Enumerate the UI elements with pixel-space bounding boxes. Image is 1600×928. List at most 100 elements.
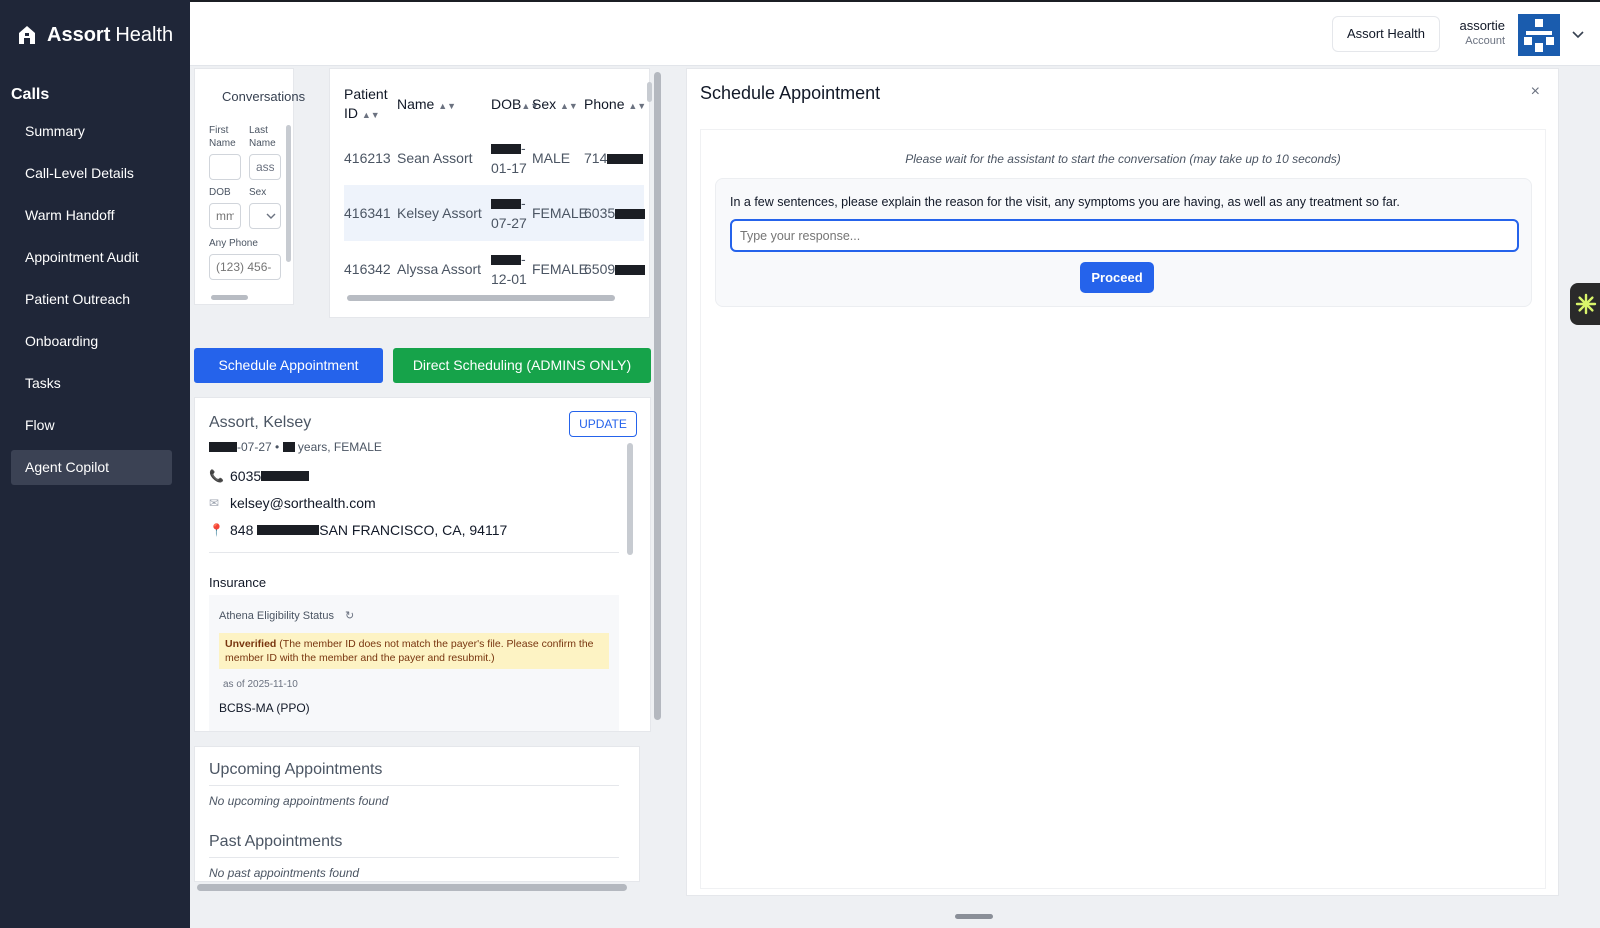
- filters-title: Conversations: [222, 89, 306, 104]
- filters-horizontal-scrollbar[interactable]: [211, 295, 248, 300]
- sidebar-item-tasks[interactable]: Tasks: [11, 366, 172, 401]
- past-empty-message: No past appointments found: [209, 866, 360, 880]
- proceed-button[interactable]: Proceed: [1080, 262, 1154, 293]
- direct-scheduling-button[interactable]: Direct Scheduling (ADMINS ONLY): [393, 348, 651, 383]
- chevron-down-icon[interactable]: [1570, 26, 1586, 42]
- organization-button[interactable]: Assort Health: [1331, 16, 1440, 52]
- patient-age-sex: years, FEMALE: [297, 440, 382, 454]
- redaction-bar: [261, 471, 310, 481]
- sidebar-item-call-level-details[interactable]: Call-Level Details: [11, 156, 172, 191]
- table-row[interactable]: 416342 Alyssa Assort -12-01 FEMALE 6509: [344, 241, 646, 297]
- response-input[interactable]: [730, 219, 1519, 252]
- phone-icon: 📞: [209, 469, 224, 483]
- account-info[interactable]: assortie Account: [1459, 18, 1505, 47]
- cell-dob: -01-17: [491, 140, 527, 176]
- sex-select[interactable]: [249, 203, 281, 229]
- update-button[interactable]: UPDATE: [569, 411, 637, 437]
- table-horizontal-scrollbar[interactable]: [347, 295, 615, 301]
- sparkle-icon: [1575, 293, 1597, 315]
- left-pane-scrollbar[interactable]: [654, 72, 661, 720]
- sidebar: Assort Health Calls Summary Call-Level D…: [0, 0, 190, 928]
- close-icon[interactable]: ×: [1531, 83, 1540, 101]
- column-header-label: Sex: [532, 96, 557, 112]
- card-scrollbar[interactable]: [627, 443, 633, 555]
- sidebar-item-flow[interactable]: Flow: [11, 408, 172, 443]
- cell-patient-id: 416342: [344, 261, 391, 277]
- insurance-plan: BCBS-MA (PPO): [219, 701, 310, 715]
- eligibility-warning: Unverified (The member ID does not match…: [219, 633, 609, 669]
- wait-message: Please wait for the assistant to start t…: [905, 152, 1341, 166]
- cell-sex: FEMALE: [532, 205, 589, 221]
- resize-handle[interactable]: [955, 914, 993, 919]
- upcoming-appointments-title: Upcoming Appointments: [209, 761, 383, 778]
- eligibility-note: (The member ID does not match the payer'…: [225, 638, 594, 664]
- sidebar-item-patient-outreach[interactable]: Patient Outreach: [11, 282, 172, 317]
- first-name-field[interactable]: [209, 154, 241, 180]
- redaction-bar: [257, 525, 320, 535]
- past-appointments-title: Past Appointments: [209, 833, 343, 850]
- avatar[interactable]: [1518, 14, 1560, 56]
- redaction-bar: [282, 442, 295, 452]
- patient-dob-age: -07-27 • years, FEMALE: [209, 440, 382, 454]
- schedule-appointment-button[interactable]: Schedule Appointment: [194, 348, 383, 383]
- table-row[interactable]: 416213 Sean Assort -01-17 MALE 714: [344, 130, 644, 186]
- column-header-name[interactable]: Name ▲▼: [397, 95, 456, 116]
- brand-name-rest: Health: [115, 23, 174, 46]
- redaction-bar: [209, 442, 237, 452]
- column-header-phone[interactable]: Phone ▲▼: [584, 95, 646, 116]
- dob-label: DOB: [209, 187, 231, 198]
- chevron-down-icon: [266, 213, 276, 219]
- cell-dob-suffix: 07-27: [491, 215, 527, 231]
- patient-address-prefix: 848: [230, 522, 254, 538]
- user-name: assortie: [1459, 18, 1505, 33]
- schedule-appointment-panel: Schedule Appointment × Please wait for t…: [686, 68, 1559, 896]
- sex-label: Sex: [249, 187, 267, 198]
- appointments-panel: Upcoming Appointments No upcoming appoin…: [194, 746, 640, 882]
- last-name-label: Last Name: [249, 125, 276, 149]
- redaction-bar: [607, 154, 644, 165]
- home-logo-icon: [19, 26, 35, 44]
- divider: [209, 552, 619, 553]
- table-vertical-scrollbar[interactable]: [647, 82, 652, 102]
- divider: [209, 785, 619, 786]
- first-name-label: First Name: [209, 125, 236, 149]
- patient-phone-prefix: 6035: [230, 468, 262, 484]
- dob-field[interactable]: [209, 203, 241, 229]
- sidebar-item-warm-handoff[interactable]: Warm Handoff: [11, 198, 172, 233]
- redaction-bar: [615, 265, 646, 276]
- redaction-bar: [491, 255, 521, 266]
- left-pane-horizontal-scrollbar[interactable]: [197, 884, 627, 891]
- patient-phone: 📞 6035: [209, 468, 310, 484]
- cell-sex: FEMALE: [532, 261, 589, 277]
- refresh-icon[interactable]: ↻: [345, 610, 354, 622]
- assistant-widget[interactable]: [1570, 283, 1600, 325]
- sidebar-item-appointment-audit[interactable]: Appointment Audit: [11, 240, 172, 275]
- table-row[interactable]: 416341 Kelsey Assort -07-27 FEMALE 6035: [344, 185, 646, 241]
- patient-name: Assort, Kelsey: [209, 414, 312, 431]
- sort-icon: ▲▼: [628, 101, 647, 111]
- sidebar-item-onboarding[interactable]: Onboarding: [11, 324, 172, 359]
- question-text: In a few sentences, please explain the r…: [730, 195, 1400, 209]
- patient-address: 📍 848 SAN FRANCISCO, CA, 94117: [209, 522, 507, 538]
- patient-email: ✉ kelsey@sorthealth.com: [209, 495, 376, 511]
- location-pin-icon: 📍: [209, 523, 224, 537]
- column-header-label: Name: [397, 96, 435, 112]
- cell-phone-prefix: 6035: [584, 205, 616, 221]
- eligibility-date: as of 2025-11-10: [223, 679, 298, 690]
- filters-scrollbar[interactable]: [286, 125, 291, 262]
- redaction-bar: [615, 209, 646, 220]
- column-header-sex[interactable]: Sex ▲▼: [532, 95, 578, 116]
- redaction-bar: [491, 144, 521, 155]
- brand-logo[interactable]: Assort Health: [0, 0, 190, 70]
- patient-table: Patient ID ▲▼ Name ▲▼ DOB ▲▼ Sex ▲▼ Phone…: [329, 68, 650, 318]
- sidebar-item-summary[interactable]: Summary: [11, 114, 172, 149]
- sidebar-item-agent-copilot[interactable]: Agent Copilot: [11, 450, 172, 485]
- conversation-filters: Conversations First Name Last Name DOB S…: [194, 68, 305, 305]
- phone-field[interactable]: [209, 254, 281, 280]
- cell-phone-prefix: 714: [584, 150, 608, 166]
- column-header-patient-id[interactable]: Patient ID ▲▼: [344, 85, 394, 125]
- conversation-area: Please wait for the assistant to start t…: [700, 129, 1546, 889]
- cell-phone: 714: [584, 148, 644, 168]
- last-name-field[interactable]: [249, 154, 281, 180]
- cell-phone-prefix: 6509: [584, 261, 616, 277]
